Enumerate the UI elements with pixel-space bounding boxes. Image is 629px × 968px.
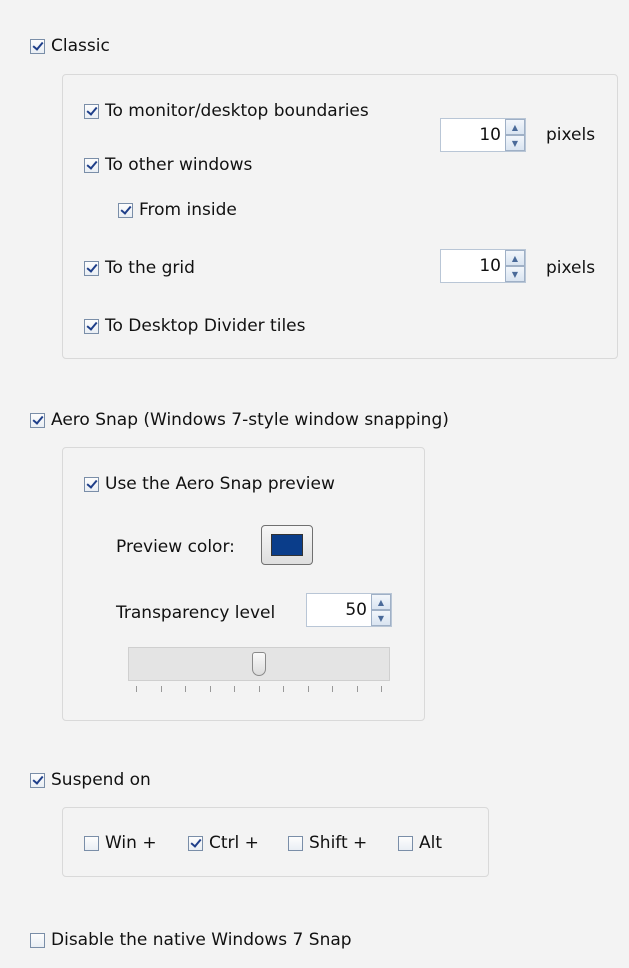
suspend-checkbox[interactable] [30,772,45,788]
spin-down-icon[interactable]: ▼ [371,610,391,626]
classic-checkbox-row[interactable]: Classic [30,36,110,56]
suspend-alt-row[interactable]: Alt [398,833,442,853]
snap-distance-value[interactable]: 10 [441,125,505,145]
disable-native-checkbox[interactable] [30,932,45,948]
from-inside-row[interactable]: From inside [118,200,237,220]
other-windows-label: To other windows [105,155,253,175]
snap-distance-unit: pixels [546,125,596,145]
divider-tiles-row[interactable]: To Desktop Divider tiles [84,316,305,336]
classic-checkbox[interactable] [30,38,45,54]
preview-color-swatch [271,534,303,556]
monitor-boundaries-row[interactable]: To monitor/desktop boundaries [84,101,369,121]
grid-distance-value[interactable]: 10 [441,256,505,276]
grid-distance-unit: pixels [546,258,596,278]
suspend-win-label: Win + [105,833,157,853]
classic-label: Classic [51,36,110,56]
spin-down-icon[interactable]: ▼ [505,135,525,151]
aero-preview-label: Use the Aero Snap preview [105,474,335,494]
suspend-win-checkbox[interactable] [84,835,99,851]
from-inside-label: From inside [139,200,237,220]
suspend-alt-label: Alt [419,833,443,853]
transparency-slider-ticks [136,686,382,692]
suspend-ctrl-checkbox[interactable] [188,835,203,851]
grid-row[interactable]: To the grid [84,258,195,278]
disable-native-label: Disable the native Windows 7 Snap [51,930,352,950]
transparency-spinner[interactable]: 50 ▲ ▼ [306,593,392,627]
suspend-ctrl-row[interactable]: Ctrl + [188,833,259,853]
grid-label: To the grid [105,258,195,278]
grid-checkbox[interactable] [84,260,99,276]
suspend-row[interactable]: Suspend on [30,770,151,790]
spin-up-icon[interactable]: ▲ [505,250,525,266]
grid-distance-spinner[interactable]: 10 ▲ ▼ [440,249,526,283]
suspend-ctrl-label: Ctrl + [209,833,259,853]
suspend-shift-row[interactable]: Shift + [288,833,367,853]
spin-down-icon[interactable]: ▼ [505,266,525,282]
monitor-boundaries-checkbox[interactable] [84,103,99,119]
divider-tiles-label: To Desktop Divider tiles [105,316,306,336]
other-windows-checkbox[interactable] [84,157,99,173]
aero-snap-checkbox[interactable] [30,412,45,428]
other-windows-row[interactable]: To other windows [84,155,252,175]
monitor-boundaries-label: To monitor/desktop boundaries [105,101,369,121]
preview-color-label: Preview color: [116,537,235,557]
aero-snap-label: Aero Snap (Windows 7-style window snappi… [51,410,449,430]
suspend-win-row[interactable]: Win + [84,833,157,853]
aero-snap-row[interactable]: Aero Snap (Windows 7-style window snappi… [30,410,449,430]
disable-native-row[interactable]: Disable the native Windows 7 Snap [30,930,352,950]
transparency-value[interactable]: 50 [307,600,371,620]
from-inside-checkbox[interactable] [118,202,133,218]
aero-preview-row[interactable]: Use the Aero Snap preview [84,474,335,494]
suspend-label: Suspend on [51,770,151,790]
spin-up-icon[interactable]: ▲ [505,119,525,135]
suspend-alt-checkbox[interactable] [398,835,413,851]
aero-preview-checkbox[interactable] [84,476,99,492]
suspend-shift-checkbox[interactable] [288,835,303,851]
spin-up-icon[interactable]: ▲ [371,594,391,610]
transparency-label: Transparency level [116,603,276,623]
snap-distance-spinner[interactable]: 10 ▲ ▼ [440,118,526,152]
transparency-slider-thumb[interactable] [252,652,266,676]
preview-color-button[interactable] [261,525,313,565]
divider-tiles-checkbox[interactable] [84,318,99,334]
suspend-shift-label: Shift + [309,833,368,853]
